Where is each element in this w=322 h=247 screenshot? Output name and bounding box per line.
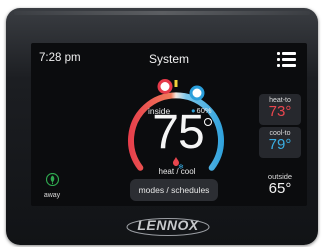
heat-to-value: 73° xyxy=(268,103,292,120)
brand-name: LENNOX xyxy=(137,217,199,233)
brand-logo: LENNOX xyxy=(124,215,212,239)
thermostat-device: 7:28 pm System inside ●60% 75 ❄ heat / c… xyxy=(6,8,318,245)
away-button[interactable]: away xyxy=(40,172,64,199)
system-mode-label: heat / cool xyxy=(158,167,196,176)
cool-setpoint-handle[interactable] xyxy=(189,85,205,101)
heat-to-setpoint[interactable]: heat-to 73° xyxy=(259,94,301,125)
cool-to-value: 79° xyxy=(268,136,292,153)
outside-temperature: outside 65° xyxy=(257,172,303,197)
outside-value: 65° xyxy=(268,180,292,197)
bezel-highlight xyxy=(14,11,310,15)
inside-temperature: 75 xyxy=(152,106,204,159)
thermostat-screen: 7:28 pm System inside ●60% 75 ❄ heat / c… xyxy=(31,43,307,206)
cool-to-setpoint[interactable]: cool-to 79° xyxy=(259,127,301,158)
away-label: away xyxy=(43,192,61,199)
heat-setpoint-handle[interactable] xyxy=(157,79,173,94)
away-leaf-icon xyxy=(45,172,59,187)
degree-symbol-icon xyxy=(204,118,212,126)
modes-schedules-button[interactable]: modes / schedules xyxy=(130,179,218,201)
